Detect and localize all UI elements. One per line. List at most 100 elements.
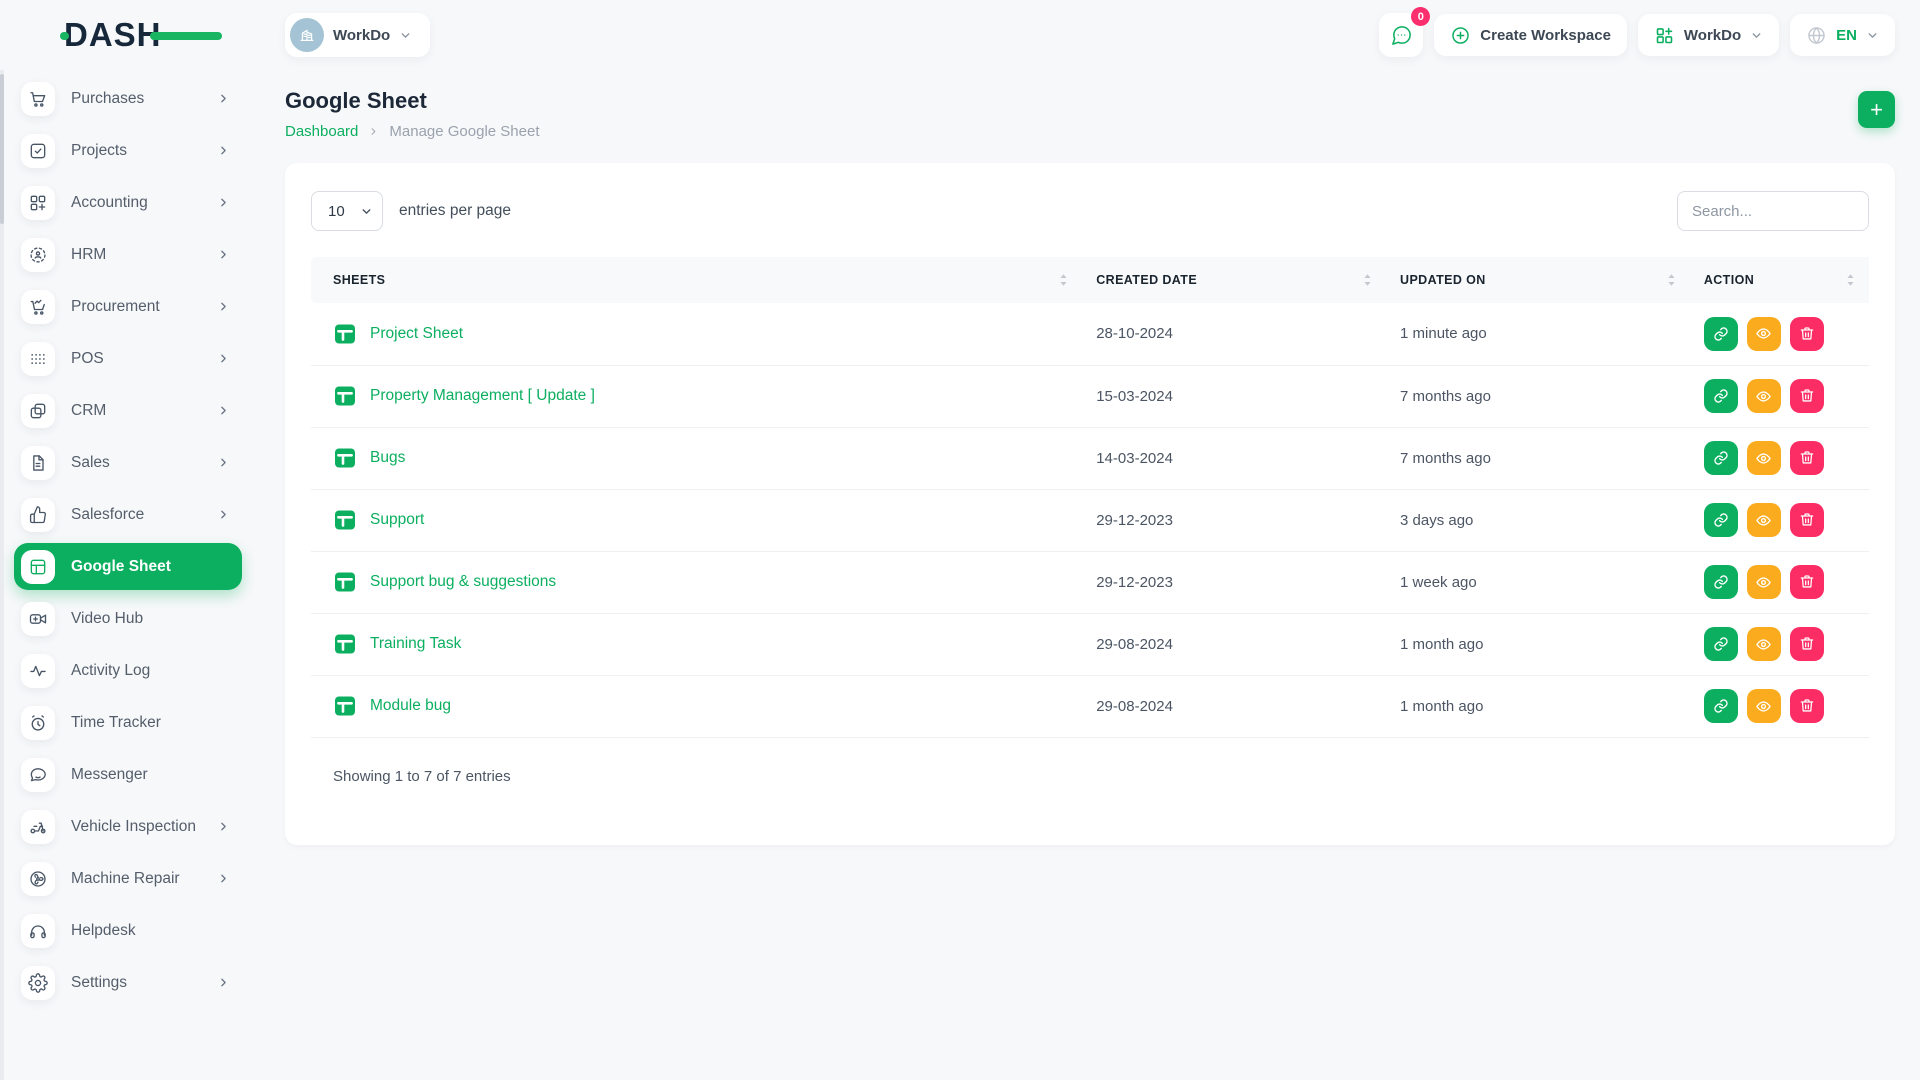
column-header-created-date[interactable]: CREATED DATE — [1082, 257, 1386, 303]
chevron-right-icon — [217, 248, 230, 261]
sidebar-scrollbar-track[interactable] — [0, 70, 4, 1080]
chat-bubble-icon — [21, 758, 55, 792]
link-icon — [1713, 450, 1729, 466]
entries-per-page-select[interactable]: 10 — [311, 191, 383, 231]
sidebar-item-accounting[interactable]: Accounting — [14, 179, 242, 226]
check-square-icon — [21, 134, 55, 168]
app-logo[interactable]: DASH — [64, 16, 194, 54]
sidebar-scrollbar-thumb — [0, 74, 4, 224]
chevron-right-icon — [217, 92, 230, 105]
sidebar-item-helpdesk[interactable]: Helpdesk — [14, 907, 242, 954]
workspace-switcher[interactable]: WorkDo — [285, 13, 430, 57]
open-link-button[interactable] — [1704, 441, 1738, 475]
sidebar-item-settings[interactable]: Settings — [14, 959, 242, 1006]
column-header-sheets[interactable]: SHEETS — [311, 257, 1082, 303]
created-date-cell: 29-08-2024 — [1082, 613, 1386, 675]
sort-icon — [1846, 273, 1855, 287]
page-title: Google Sheet — [285, 88, 540, 114]
chevron-right-icon — [217, 456, 230, 469]
view-button[interactable] — [1747, 317, 1781, 351]
link-icon — [1713, 388, 1729, 404]
sidebar-item-salesforce[interactable]: Salesforce — [14, 491, 242, 538]
delete-button[interactable] — [1790, 317, 1824, 351]
chevron-right-icon — [368, 126, 379, 137]
sidebar-item-pos[interactable]: POS — [14, 335, 242, 382]
sheet-row: Property Management [ Update ] 15-03-202… — [311, 365, 1869, 427]
sidebar-item-machine-repair[interactable]: Machine Repair — [14, 855, 242, 902]
sidebar-item-sales[interactable]: Sales — [14, 439, 242, 486]
sidebar-item-time-tracker[interactable]: Time Tracker — [14, 699, 242, 746]
view-button[interactable] — [1747, 627, 1781, 661]
sheet-link[interactable]: Module bug — [370, 697, 451, 715]
create-workspace-label: Create Workspace — [1480, 27, 1611, 44]
sidebar-item-activity-log[interactable]: Activity Log — [14, 647, 242, 694]
link-icon — [1713, 326, 1729, 342]
open-link-button[interactable] — [1704, 689, 1738, 723]
sheet-icon — [333, 694, 357, 718]
chevron-right-icon — [217, 976, 230, 989]
sheet-link[interactable]: Project Sheet — [370, 325, 463, 343]
view-button[interactable] — [1747, 379, 1781, 413]
delete-button[interactable] — [1790, 441, 1824, 475]
globe-icon — [1806, 25, 1827, 46]
open-link-button[interactable] — [1704, 379, 1738, 413]
open-link-button[interactable] — [1704, 627, 1738, 661]
eye-icon — [1755, 325, 1772, 342]
chevron-right-icon — [217, 196, 230, 209]
logo-accent-dot — [60, 32, 69, 40]
add-sheet-button[interactable]: + — [1858, 91, 1895, 128]
sidebar-item-purchases[interactable]: Purchases — [14, 75, 242, 122]
column-header-action[interactable]: ACTION — [1690, 257, 1869, 303]
view-button[interactable] — [1747, 689, 1781, 723]
open-link-button[interactable] — [1704, 317, 1738, 351]
updated-on-cell: 1 week ago — [1386, 551, 1690, 613]
sheet-row: Training Task 29-08-2024 1 month ago — [311, 613, 1869, 675]
sheet-icon — [333, 384, 357, 408]
messages-button[interactable]: 0 — [1379, 13, 1423, 57]
view-button[interactable] — [1747, 503, 1781, 537]
sheet-link[interactable]: Property Management [ Update ] — [370, 387, 595, 405]
chevron-right-icon — [217, 404, 230, 417]
sidebar-item-vehicle-inspection[interactable]: Vehicle Inspection — [14, 803, 242, 850]
view-button[interactable] — [1747, 441, 1781, 475]
eye-icon — [1755, 636, 1772, 653]
sidebar-item-hrm[interactable]: HRM — [14, 231, 242, 278]
eye-icon — [1755, 698, 1772, 715]
workdo-menu-button[interactable]: WorkDo — [1638, 14, 1779, 56]
search-input[interactable] — [1677, 191, 1869, 231]
delete-button[interactable] — [1790, 565, 1824, 599]
sidebar-item-video-hub[interactable]: Video Hub — [14, 595, 242, 642]
sheet-row: Project Sheet 28-10-2024 1 minute ago — [311, 303, 1869, 365]
open-link-button[interactable] — [1704, 503, 1738, 537]
table-icon — [21, 550, 55, 584]
sheet-link[interactable]: Support — [370, 511, 424, 529]
delete-button[interactable] — [1790, 503, 1824, 537]
delete-button[interactable] — [1790, 627, 1824, 661]
sheet-link[interactable]: Training Task — [370, 635, 461, 653]
sheets-card: 10 entries per page SHEETS — [285, 163, 1895, 845]
sidebar-item-messenger[interactable]: Messenger — [14, 751, 242, 798]
workspace-name: WorkDo — [333, 27, 390, 44]
column-header-updated-on[interactable]: UPDATED ON — [1386, 257, 1690, 303]
sheet-link[interactable]: Support bug & suggestions — [370, 573, 556, 591]
sidebar-item-crm[interactable]: CRM — [14, 387, 242, 434]
language-selector[interactable]: EN — [1790, 14, 1895, 56]
chevron-down-icon — [1866, 29, 1879, 42]
overlap-squares-icon — [21, 394, 55, 428]
view-button[interactable] — [1747, 565, 1781, 599]
delete-button[interactable] — [1790, 379, 1824, 413]
breadcrumb: Dashboard Manage Google Sheet — [285, 123, 540, 140]
create-workspace-button[interactable]: Create Workspace — [1434, 14, 1627, 56]
chevron-right-icon — [217, 872, 230, 885]
breadcrumb-dashboard-link[interactable]: Dashboard — [285, 123, 358, 140]
sidebar-item-google-sheet[interactable]: Google Sheet — [14, 543, 242, 590]
eye-icon — [1755, 574, 1772, 591]
sidebar-item-projects[interactable]: Projects — [14, 127, 242, 174]
sheet-link[interactable]: Bugs — [370, 449, 405, 467]
sidebar-item-procurement[interactable]: Procurement — [14, 283, 242, 330]
delete-button[interactable] — [1790, 689, 1824, 723]
open-link-button[interactable] — [1704, 565, 1738, 599]
headphones-icon — [21, 914, 55, 948]
grid-plus-icon — [21, 186, 55, 220]
sort-icon — [1667, 273, 1676, 287]
